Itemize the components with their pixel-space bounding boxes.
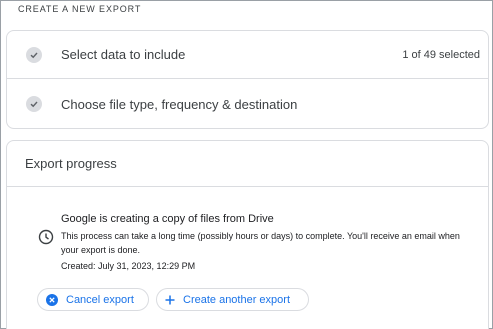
cancel-export-label: Cancel export [66, 293, 134, 306]
step-label: Select data to include [61, 47, 186, 62]
selected-count: 1 of 49 selected [402, 48, 480, 61]
divider [7, 186, 488, 187]
created-timestamp: Created: July 31, 2023, 12:29 PM [61, 261, 196, 271]
steps-card: Select data to include 1 of 49 selected … [6, 30, 489, 129]
step-select-data[interactable]: Select data to include 1 of 49 selected [7, 31, 488, 79]
step-label: Choose file type, frequency & destinatio… [61, 96, 298, 112]
cancel-icon [46, 293, 58, 306]
plus-icon [165, 295, 175, 305]
progress-message-body: This process can take a long time (possi… [61, 231, 460, 255]
create-another-export-button[interactable]: Create another export [156, 288, 309, 311]
export-progress-card: Export progress Google is creating a cop… [6, 140, 489, 329]
progress-message-title: Google is creating a copy of files from … [61, 213, 274, 225]
create-another-export-label: Create another export [183, 293, 291, 306]
step-file-type[interactable]: Choose file type, frequency & destinatio… [7, 80, 488, 128]
checkmark-icon [26, 46, 42, 63]
cancel-export-button[interactable]: Cancel export [37, 288, 149, 311]
progress-title: Export progress [25, 156, 117, 171]
section-header: CREATE A NEW EXPORT [18, 4, 142, 14]
clock-icon [38, 229, 54, 245]
checkmark-icon [26, 96, 42, 112]
